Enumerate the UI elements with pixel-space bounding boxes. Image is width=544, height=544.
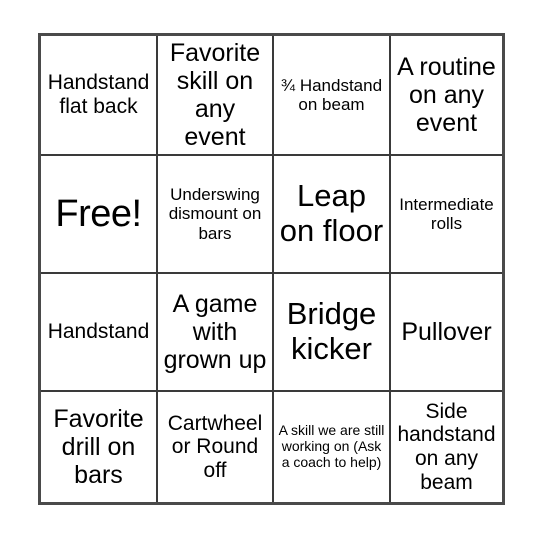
bingo-cell-label: Pullover <box>401 318 492 346</box>
bingo-cell-label: Favorite skill on any event <box>169 39 261 151</box>
bingo-cell-r1c3[interactable]: ¾ Handstand on beam <box>274 36 391 156</box>
bingo-cell-r3c4[interactable]: Pullover <box>391 274 502 392</box>
bingo-cell-label: Handstand flat back <box>47 71 150 118</box>
bingo-cell-label: Free! <box>55 192 142 235</box>
bingo-cell-label: Side handstand on any beam <box>397 399 496 494</box>
bingo-cell-r1c4[interactable]: A routine on any event <box>391 36 502 156</box>
bingo-cell-r1c1[interactable]: Handstand flat back <box>41 36 158 156</box>
bingo-cell-r4c3[interactable]: A skill we are still working on (Ask a c… <box>274 392 391 502</box>
bingo-cell-r4c1[interactable]: Favorite drill on bars <box>41 392 158 502</box>
bingo-cell-label: Leap on floor <box>279 178 384 248</box>
bingo-cell-r2c2[interactable]: Underswing dismount on bars <box>158 156 274 274</box>
bingo-card-grid: Handstand flat back Favorite skill on an… <box>38 33 505 505</box>
bingo-cell-r3c2[interactable]: A game with grown up <box>158 274 274 392</box>
bingo-cell-label: Intermediate rolls <box>399 194 494 233</box>
bingo-cell-label: Handstand <box>47 320 150 344</box>
bingo-cell-label: A skill we are still working on (Ask a c… <box>278 422 385 470</box>
bingo-cell-r2c4[interactable]: Intermediate rolls <box>391 156 502 274</box>
bingo-cell-label: Cartwheel or Round off <box>167 411 263 482</box>
bingo-cell-r4c2[interactable]: Cartwheel or Round off <box>158 392 274 502</box>
bingo-cell-r2c3[interactable]: Leap on floor <box>274 156 391 274</box>
bingo-cell-r1c2[interactable]: Favorite skill on any event <box>158 36 274 156</box>
bingo-cell-label: Bridge kicker <box>286 296 377 366</box>
bingo-cell-label: ¾ Handstand on beam <box>280 75 383 114</box>
bingo-cell-r4c4[interactable]: Side handstand on any beam <box>391 392 502 502</box>
bingo-cell-r3c1[interactable]: Handstand <box>41 274 158 392</box>
bingo-cell-free-space[interactable]: Free! <box>41 156 158 274</box>
bingo-cell-label: Favorite drill on bars <box>53 405 144 489</box>
bingo-cell-label: A routine on any event <box>397 53 496 137</box>
bingo-cell-label: Underswing dismount on bars <box>168 185 262 243</box>
bingo-cell-r3c3[interactable]: Bridge kicker <box>274 274 391 392</box>
bingo-cell-label: A game with grown up <box>163 290 267 374</box>
